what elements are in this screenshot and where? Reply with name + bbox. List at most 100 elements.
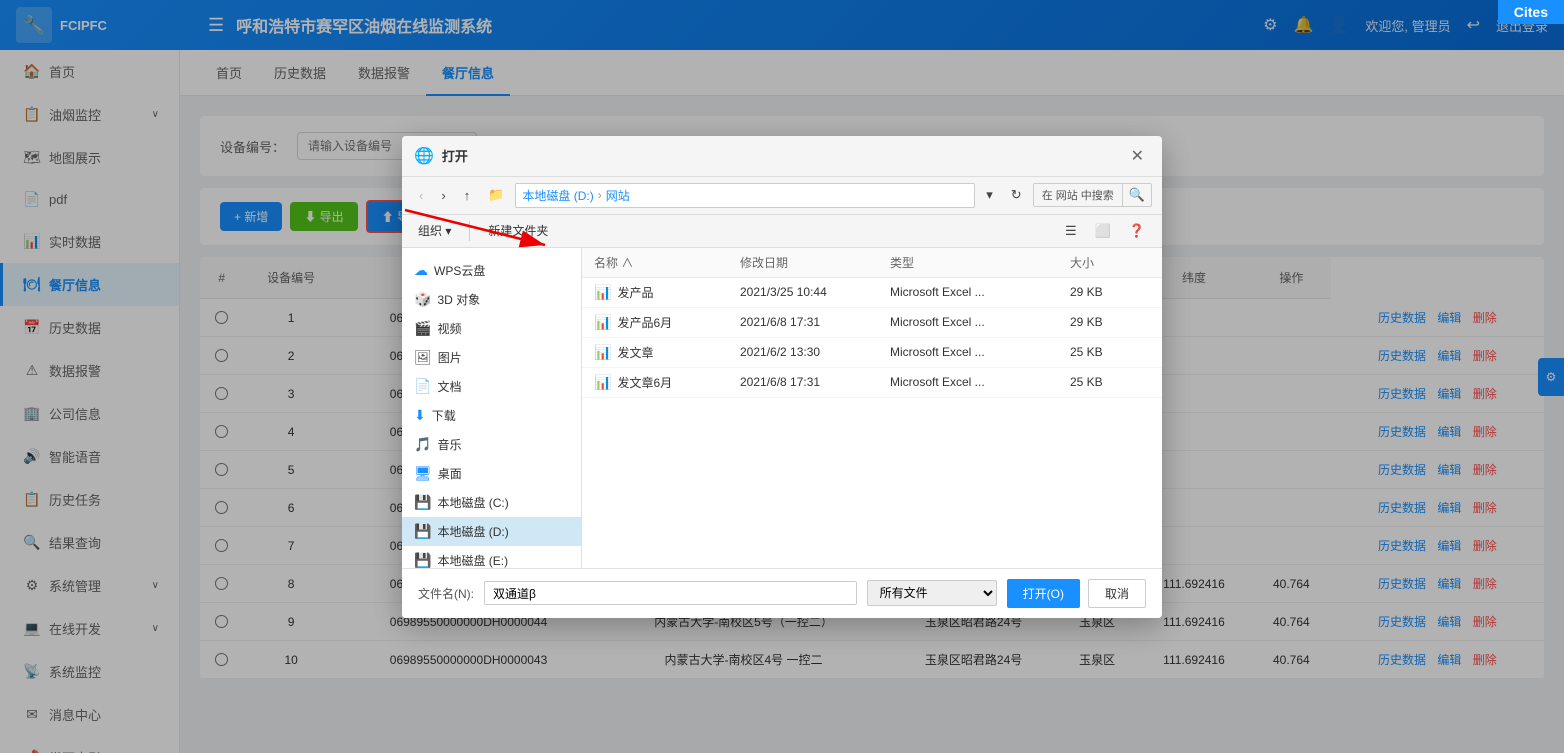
ds-label-3d-objects: 3D 对象 — [437, 291, 480, 308]
file-size: 29 KB — [1070, 315, 1150, 329]
dialog-title-left: 🌐 打开 — [414, 146, 468, 166]
ds-label-video: 视频 — [437, 320, 461, 337]
view-list-button[interactable]: ☰ — [1058, 219, 1084, 243]
dialog-toolbar: 组织 ▾ 新建文件夹 ☰ ⬜ ❓ — [402, 215, 1162, 248]
file-list-header: 名称 ∧ 修改日期 类型 大小 — [582, 248, 1162, 278]
wps-cloud-icon: ☁ — [414, 262, 428, 279]
file-type: Microsoft Excel ... — [890, 285, 1070, 299]
ds-item-local-e[interactable]: 💾 本地磁盘 (E:) — [402, 546, 581, 568]
dialog-sidebar: ☁ WPS云盘🎲 3D 对象🎬 视频🖼 图片📄 文档⬇ 下载🎵 音乐🖥 桌面💾 … — [402, 248, 582, 568]
file-name-cell: 📊 发产品 — [594, 284, 740, 301]
file-icon: 📊 — [594, 314, 611, 331]
3d-objects-icon: 🎲 — [414, 291, 431, 308]
search-icon[interactable]: 🔍 — [1123, 184, 1151, 206]
desktop-icon: 🖥 — [414, 465, 432, 482]
col-name[interactable]: 名称 ∧ — [594, 254, 740, 271]
nav-up-button[interactable]: ↑ — [457, 184, 478, 207]
dialog-file-area: 名称 ∧ 修改日期 类型 大小 📊 发产品 2021/3/25 10:44 Mi… — [582, 248, 1162, 568]
ds-item-local-c[interactable]: 💾 本地磁盘 (C:) — [402, 488, 581, 517]
cites-label: Cites — [1498, 0, 1564, 24]
file-dialog-overlay: 🌐 打开 ✕ ‹ › ↑ 📁 本地磁盘 (D:) › 网站 ▾ ↻ 在 网站 中… — [0, 0, 1564, 753]
search-bar: 在 网站 中搜索 🔍 — [1033, 183, 1152, 207]
nav-recent-button[interactable]: 📁 — [481, 183, 511, 207]
downloads-icon: ⬇ — [414, 407, 426, 424]
dialog-close-button[interactable]: ✕ — [1125, 144, 1150, 168]
file-icon: 📊 — [594, 374, 611, 391]
filename-input[interactable] — [484, 581, 857, 605]
file-modified: 2021/3/25 10:44 — [740, 285, 890, 299]
file-row[interactable]: 📊 发文章 2021/6/2 13:30 Microsoft Excel ...… — [582, 338, 1162, 368]
nav-forward-button[interactable]: › — [434, 184, 452, 207]
file-name: 发文章 — [617, 344, 653, 361]
ds-label-desktop: 桌面 — [438, 465, 462, 482]
file-name-cell: 📊 发文章 — [594, 344, 740, 361]
file-row[interactable]: 📊 发产品6月 2021/6/8 17:31 Microsoft Excel .… — [582, 308, 1162, 338]
file-size: 25 KB — [1070, 345, 1150, 359]
pictures-icon: 🖼 — [414, 349, 432, 366]
ds-label-local-d: 本地磁盘 (D:) — [437, 523, 508, 540]
ds-item-3d-objects[interactable]: 🎲 3D 对象 — [402, 285, 581, 314]
filetype-select[interactable]: 所有文件 — [867, 580, 997, 606]
nav-dropdown-button[interactable]: ▾ — [979, 183, 1000, 207]
breadcrumb-bar: 本地磁盘 (D:) › 网站 — [515, 183, 975, 208]
dialog-footer: 文件名(N): 所有文件 打开(O) 取消 — [402, 568, 1162, 618]
dialog-folder-icon: 🌐 — [414, 146, 434, 166]
file-icon: 📊 — [594, 344, 611, 361]
file-modified: 2021/6/8 17:31 — [740, 315, 890, 329]
nav-back-button[interactable]: ‹ — [412, 184, 430, 207]
file-row[interactable]: 📊 发文章6月 2021/6/8 17:31 Microsoft Excel .… — [582, 368, 1162, 398]
file-name: 发产品6月 — [617, 314, 672, 331]
ds-item-local-d[interactable]: 💾 本地磁盘 (D:) — [402, 517, 581, 546]
toolbar-right: ☰ ⬜ ❓ — [1058, 219, 1152, 243]
dialog-nav-bar: ‹ › ↑ 📁 本地磁盘 (D:) › 网站 ▾ ↻ 在 网站 中搜索 🔍 — [402, 177, 1162, 215]
view-preview-button[interactable]: ⬜ — [1088, 219, 1118, 243]
file-name: 发文章6月 — [617, 374, 672, 391]
dialog-title-bar: 🌐 打开 ✕ — [402, 136, 1162, 177]
footer-actions: 打开(O) 取消 — [1007, 579, 1146, 608]
breadcrumb-current[interactable]: 网站 — [606, 187, 630, 204]
file-modified: 2021/6/8 17:31 — [740, 375, 890, 389]
col-size[interactable]: 大小 — [1070, 254, 1150, 271]
file-name-cell: 📊 发产品6月 — [594, 314, 740, 331]
toolbar-separator — [469, 221, 470, 241]
help-button[interactable]: ❓ — [1122, 219, 1152, 243]
file-row[interactable]: 📊 发产品 2021/3/25 10:44 Microsoft Excel ..… — [582, 278, 1162, 308]
search-label: 在 网站 中搜索 — [1034, 184, 1123, 206]
breadcrumb-sep: › — [598, 188, 602, 202]
file-type: Microsoft Excel ... — [890, 315, 1070, 329]
file-type: Microsoft Excel ... — [890, 345, 1070, 359]
file-icon: 📊 — [594, 284, 611, 301]
ds-label-downloads: 下载 — [432, 407, 456, 424]
breadcrumb-root[interactable]: 本地磁盘 (D:) — [522, 187, 593, 204]
ds-item-documents[interactable]: 📄 文档 — [402, 372, 581, 401]
local-c-icon: 💾 — [414, 494, 431, 511]
open-button[interactable]: 打开(O) — [1007, 579, 1080, 608]
file-type: Microsoft Excel ... — [890, 375, 1070, 389]
ds-label-local-e: 本地磁盘 (E:) — [437, 552, 508, 568]
file-size: 29 KB — [1070, 285, 1150, 299]
cancel-button[interactable]: 取消 — [1088, 579, 1146, 608]
toolbar-new-folder[interactable]: 新建文件夹 — [482, 219, 554, 242]
file-name: 发产品 — [617, 284, 653, 301]
local-d-icon: 💾 — [414, 523, 431, 540]
dialog-body: ☁ WPS云盘🎲 3D 对象🎬 视频🖼 图片📄 文档⬇ 下载🎵 音乐🖥 桌面💾 … — [402, 248, 1162, 568]
dialog-title-text: 打开 — [442, 146, 468, 165]
ds-label-documents: 文档 — [437, 378, 461, 395]
ds-item-wps-cloud[interactable]: ☁ WPS云盘 — [402, 256, 581, 285]
file-list-body: 📊 发产品 2021/3/25 10:44 Microsoft Excel ..… — [582, 278, 1162, 398]
ds-item-pictures[interactable]: 🖼 图片 — [402, 343, 581, 372]
music-icon: 🎵 — [414, 436, 431, 453]
toolbar-organize[interactable]: 组织 ▾ — [412, 219, 457, 242]
new-folder-label: 新建文件夹 — [488, 222, 548, 239]
file-dialog: 🌐 打开 ✕ ‹ › ↑ 📁 本地磁盘 (D:) › 网站 ▾ ↻ 在 网站 中… — [402, 136, 1162, 618]
video-icon: 🎬 — [414, 320, 431, 337]
col-modified[interactable]: 修改日期 — [740, 254, 890, 271]
filename-label: 文件名(N): — [418, 585, 474, 602]
ds-item-music[interactable]: 🎵 音乐 — [402, 430, 581, 459]
ds-item-downloads[interactable]: ⬇ 下载 — [402, 401, 581, 430]
ds-item-video[interactable]: 🎬 视频 — [402, 314, 581, 343]
col-type[interactable]: 类型 — [890, 254, 1070, 271]
organize-label: 组织 ▾ — [418, 222, 451, 239]
nav-refresh-button[interactable]: ↻ — [1004, 183, 1029, 207]
ds-item-desktop[interactable]: 🖥 桌面 — [402, 459, 581, 488]
